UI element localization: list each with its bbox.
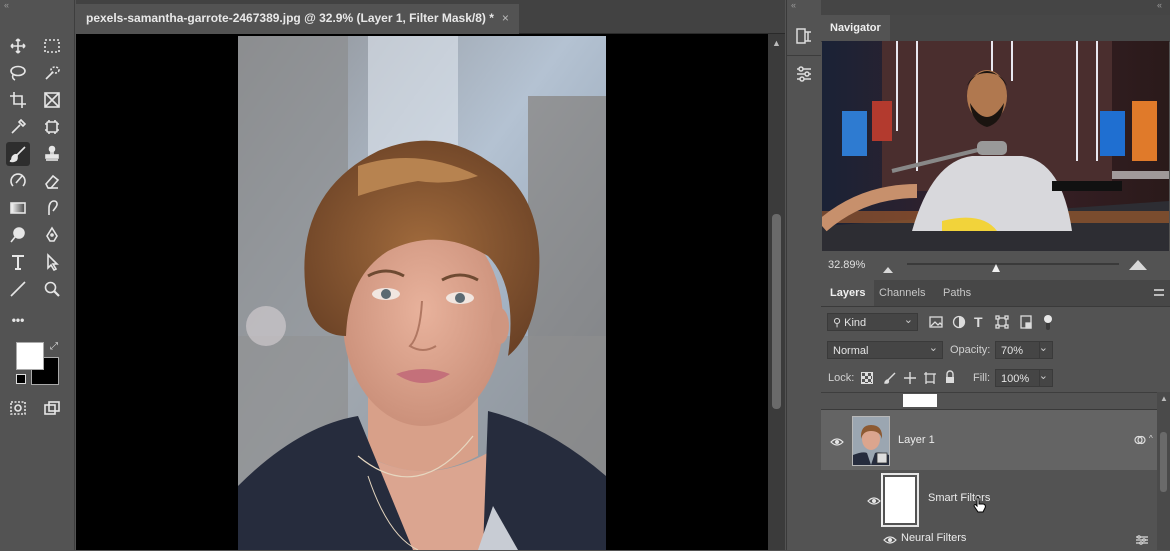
move-tool-icon[interactable] xyxy=(6,34,30,58)
patch-tool-icon[interactable] xyxy=(40,115,64,139)
layer-row-layer-1[interactable]: Layer 1 ^ xyxy=(821,410,1157,470)
scroll-up-icon[interactable]: ▲ xyxy=(772,38,781,48)
navigator-zoom-value[interactable]: 32.89% xyxy=(828,259,865,271)
path-selection-tool-icon[interactable] xyxy=(40,250,64,274)
pen-tool-icon[interactable] xyxy=(40,223,64,247)
navigator-preview[interactable] xyxy=(822,41,1169,251)
eyedropper-tool-icon[interactable] xyxy=(6,115,30,139)
scrollbar-thumb[interactable] xyxy=(772,214,781,409)
tab-layers[interactable]: Layers xyxy=(821,280,875,306)
screen-mode-icon[interactable] xyxy=(40,396,64,420)
smudge-tool-icon[interactable] xyxy=(40,196,64,220)
tools-panel: « ••• ⤢ xyxy=(0,0,75,550)
line-tool-icon[interactable] xyxy=(6,277,30,301)
marquee-tool-icon[interactable] xyxy=(40,34,64,58)
filter-blending-options-icon[interactable] xyxy=(1136,534,1148,545)
filter-mask-thumbnail[interactable] xyxy=(881,473,919,527)
layer-1-visibility-eye-icon[interactable] xyxy=(830,436,844,446)
right-panels-grip[interactable]: « xyxy=(821,0,1170,15)
layers-scrollbar[interactable]: ▲ xyxy=(1157,392,1170,550)
adjustments-panel-icon[interactable] xyxy=(794,64,814,84)
tab-navigator[interactable]: Navigator xyxy=(821,15,890,41)
type-tool-icon[interactable] xyxy=(6,250,30,274)
document-tab[interactable]: pexels-samantha-garrote-2467389.jpg @ 32… xyxy=(76,4,519,34)
gradient-tool-icon[interactable] xyxy=(6,196,30,220)
brush-tool-icon[interactable] xyxy=(6,142,30,166)
lock-image-pixels-icon[interactable] xyxy=(883,371,897,385)
frame-tool-icon[interactable] xyxy=(40,88,64,112)
navigator-panel-header: Navigator xyxy=(821,15,1170,42)
dock-grip[interactable]: « xyxy=(791,0,796,10)
neural-filters-label[interactable]: Neural Filters xyxy=(901,532,966,544)
lock-label: Lock: xyxy=(828,372,855,384)
filter-smart-object-icon[interactable] xyxy=(1019,315,1033,329)
right-panels: Navigator « 32.89% Layers Channels Paths… xyxy=(821,0,1170,551)
lock-position-icon[interactable] xyxy=(903,371,917,385)
neural-filters-visibility-eye-icon[interactable] xyxy=(883,534,897,544)
zoom-slider-track[interactable] xyxy=(907,263,1119,265)
mouse-cursor-pointer-icon xyxy=(973,496,987,514)
eraser-tool-icon[interactable] xyxy=(40,169,64,193)
lock-all-icon[interactable] xyxy=(943,370,957,384)
opacity-input[interactable]: 70% xyxy=(995,341,1041,359)
layers-panel-header: Layers Channels Paths xyxy=(821,280,1170,307)
document-tab-title: pexels-samantha-garrote-2467389.jpg @ 32… xyxy=(86,11,494,25)
filter-adjustment-layer-icon[interactable] xyxy=(952,315,966,329)
zoom-slider-thumb[interactable] xyxy=(991,262,1001,272)
default-colors-icon[interactable] xyxy=(16,374,26,384)
fill-dropdown[interactable] xyxy=(1039,367,1053,387)
document-tab-bar: « pexels-samantha-garrote-2467389.jpg @ … xyxy=(76,0,785,34)
fill-input[interactable]: 100% xyxy=(995,369,1041,387)
clone-stamp-tool-icon[interactable] xyxy=(40,142,64,166)
layer-1-name[interactable]: Layer 1 xyxy=(898,434,935,446)
collapse-effects-icon[interactable]: ^ xyxy=(1149,434,1153,443)
opacity-label: Opacity: xyxy=(950,344,991,356)
layer-filter-kind-select[interactable]: ⚲ Kind xyxy=(827,311,918,331)
blend-mode-select[interactable]: Normal xyxy=(827,339,943,359)
crop-tool-icon[interactable] xyxy=(6,88,30,112)
foreground-color-swatch[interactable] xyxy=(16,342,44,370)
filter-pixel-layer-icon[interactable] xyxy=(929,315,943,329)
lasso-tool-icon[interactable] xyxy=(6,61,30,85)
history-brush-tool-icon[interactable] xyxy=(6,169,30,193)
layers-scroll-up-icon[interactable]: ▲ xyxy=(1160,394,1168,403)
filter-shape-layer-icon[interactable] xyxy=(995,315,1009,329)
layers-panel-menu-icon[interactable] xyxy=(1154,289,1164,296)
layers-scrollbar-thumb[interactable] xyxy=(1160,432,1167,492)
quick-mask-icon[interactable] xyxy=(6,396,30,420)
dodge-tool-icon[interactable] xyxy=(6,223,30,247)
smart-filters-visibility-eye-icon[interactable] xyxy=(867,495,881,505)
zoom-tool-icon[interactable] xyxy=(40,277,64,301)
tab-channels[interactable]: Channels xyxy=(870,280,934,306)
smart-filter-badge-icon[interactable] xyxy=(1134,434,1146,446)
history-panel-icon[interactable] xyxy=(794,26,814,46)
layer-row-neural-filters[interactable]: Neural Filters xyxy=(821,529,1157,550)
toolbar-grip[interactable]: « xyxy=(0,0,74,10)
lock-transparent-pixels-icon[interactable] xyxy=(861,372,873,384)
filter-type-layer-icon[interactable]: T xyxy=(974,314,983,330)
swap-colors-icon[interactable]: ⤢ xyxy=(50,341,58,352)
tab-paths[interactable]: Paths xyxy=(934,280,980,306)
close-tab-icon[interactable]: × xyxy=(502,11,509,25)
layer-1-thumbnail[interactable] xyxy=(852,416,890,466)
panel-dock-strip: « xyxy=(786,0,822,550)
layer-row-smart-filters[interactable]: Smart Filters xyxy=(821,471,1157,528)
filter-toggle-icon[interactable] xyxy=(1043,313,1053,331)
lock-artboard-icon[interactable] xyxy=(923,371,937,385)
document-canvas[interactable] xyxy=(76,34,768,550)
layer-thumbnail-above[interactable] xyxy=(903,394,937,407)
fill-label: Fill: xyxy=(973,372,991,384)
opacity-dropdown[interactable] xyxy=(1039,339,1053,359)
zoom-out-icon[interactable] xyxy=(883,262,893,273)
portrait-photo xyxy=(238,36,606,550)
canvas-vertical-scrollbar[interactable]: ▲ xyxy=(768,34,785,550)
zoom-in-icon[interactable] xyxy=(1129,258,1147,270)
layer-filter-kind-value: Kind xyxy=(844,317,867,329)
more-tools-button[interactable]: ••• xyxy=(6,308,30,332)
search-icon: ⚲ xyxy=(833,317,845,329)
quick-selection-tool-icon[interactable] xyxy=(40,61,64,85)
